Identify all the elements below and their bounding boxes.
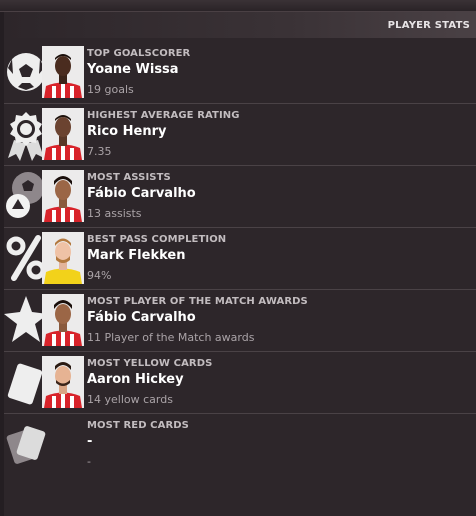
stat-row-highest-average-rating[interactable]: HIGHEST AVERAGE RATING Rico Henry 7.35: [4, 104, 476, 166]
player-photo: [42, 170, 84, 222]
stat-value: 14 yellow cards: [87, 393, 173, 406]
panel-header: PLAYER STATS: [4, 12, 476, 38]
stat-value: 19 goals: [87, 83, 134, 96]
stat-value: -: [87, 455, 91, 468]
stat-category: MOST RED CARDS: [87, 420, 189, 431]
player-photo: [42, 232, 84, 284]
window-top-bar: [0, 0, 476, 12]
stat-row-most-red-cards[interactable]: MOST RED CARDS - -: [4, 414, 476, 476]
red-card-icon: [4, 416, 48, 472]
stat-category: MOST PLAYER OF THE MATCH AWARDS: [87, 296, 308, 307]
stat-row-best-pass-completion[interactable]: BEST PASS COMPLETION Mark Flekken 94%: [4, 228, 476, 290]
player-name: -: [87, 434, 93, 449]
player-photo: [42, 356, 84, 408]
stat-category: MOST ASSISTS: [87, 172, 171, 183]
player-name[interactable]: Mark Flekken: [87, 246, 467, 266]
stat-value: 13 assists: [87, 207, 142, 220]
player-photo: [42, 46, 84, 98]
player-photo: [42, 294, 84, 346]
player-stats-panel: PLAYER STATS TOP GOALSCORER Yoane Wissa …: [4, 12, 476, 516]
player-name[interactable]: Rico Henry: [87, 122, 467, 142]
stat-category: MOST YELLOW CARDS: [87, 358, 213, 369]
player-name[interactable]: Fábio Carvalho: [87, 184, 467, 204]
panel-title: PLAYER STATS: [387, 20, 470, 31]
player-photo: [42, 108, 84, 160]
stat-row-most-assists[interactable]: MOST ASSISTS Fábio Carvalho 13 assists: [4, 166, 476, 228]
stat-category: HIGHEST AVERAGE RATING: [87, 110, 240, 121]
stat-value: 7.35: [87, 145, 112, 158]
player-name[interactable]: Aaron Hickey: [87, 370, 467, 390]
stat-row-most-potm-awards[interactable]: MOST PLAYER OF THE MATCH AWARDS Fábio Ca…: [4, 290, 476, 352]
stat-value: 94%: [87, 269, 112, 282]
stat-category: TOP GOALSCORER: [87, 48, 191, 59]
stat-row-top-goalscorer[interactable]: TOP GOALSCORER Yoane Wissa 19 goals: [4, 42, 476, 104]
player-name[interactable]: Yoane Wissa: [87, 60, 467, 80]
stat-value: 11 Player of the Match awards: [87, 331, 255, 344]
stat-category: BEST PASS COMPLETION: [87, 234, 227, 245]
player-name[interactable]: Fábio Carvalho: [87, 308, 467, 328]
stat-row-most-yellow-cards[interactable]: MOST YELLOW CARDS Aaron Hickey 14 yellow…: [4, 352, 476, 414]
